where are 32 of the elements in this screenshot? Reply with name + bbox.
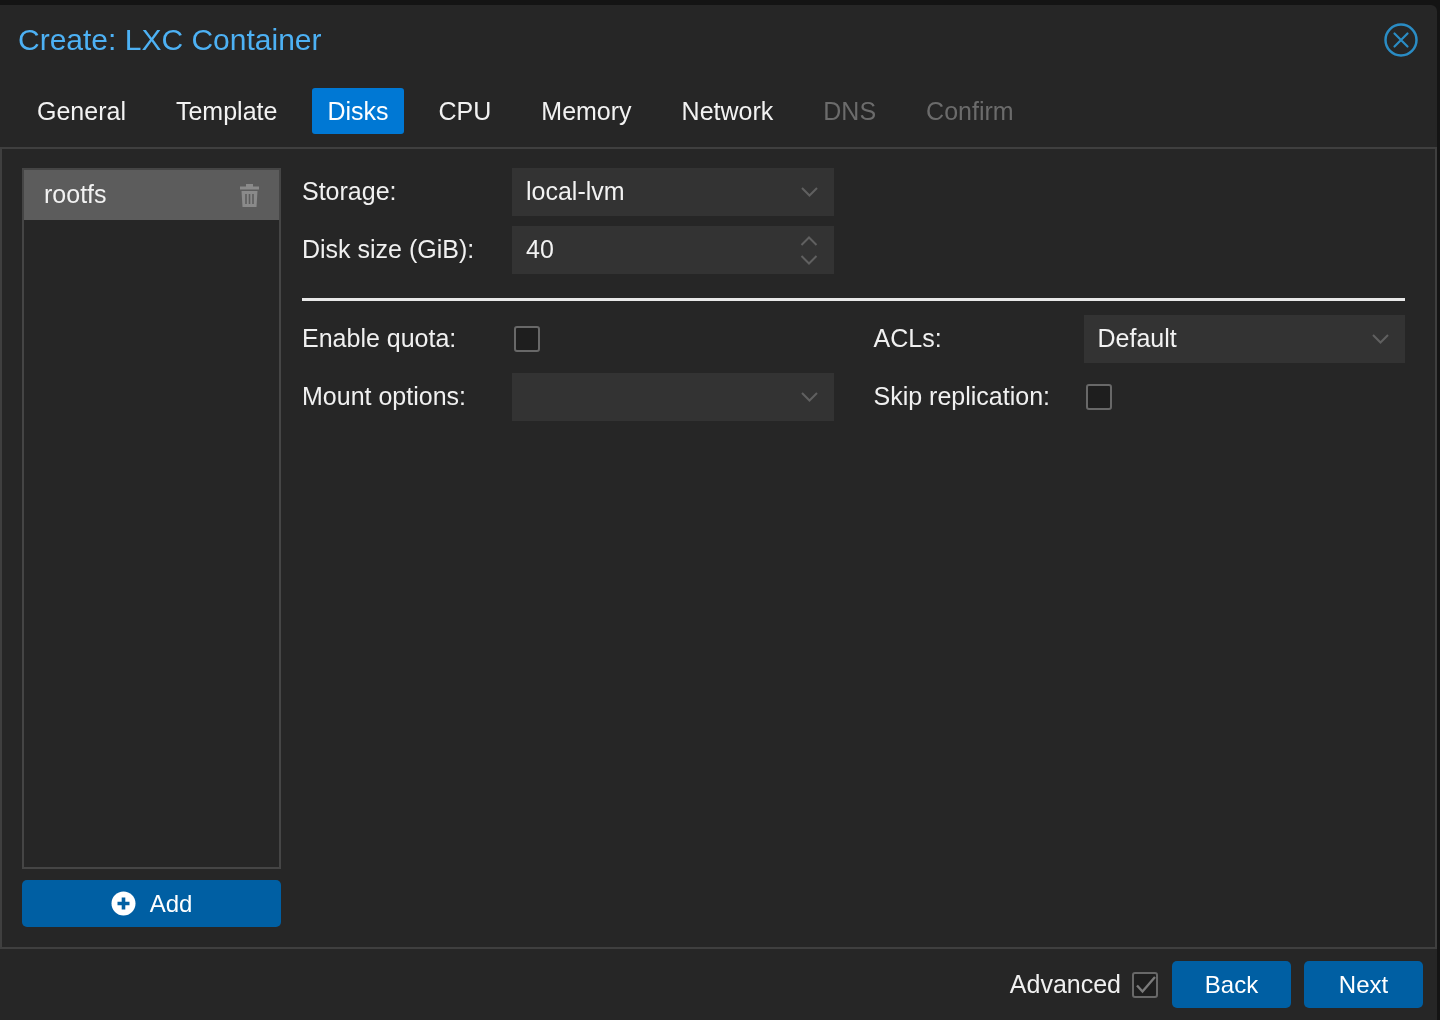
checkbox[interactable] <box>1085 384 1112 410</box>
advanced-label: Advanced <box>1009 968 1121 1000</box>
field-label: Skip replication: <box>873 381 1051 413</box>
tab[interactable]: General <box>22 88 141 134</box>
tab[interactable]: CPU <box>423 88 507 134</box>
dropdown-field[interactable]: Default <box>1083 315 1405 363</box>
checkbox[interactable] <box>1132 971 1158 998</box>
dropdown-field[interactable]: local-lvm <box>512 168 834 216</box>
number-field[interactable]: 40 <box>512 226 834 274</box>
chevron-icon[interactable] <box>801 187 818 197</box>
tab[interactable]: Memory <box>526 88 647 134</box>
dropdown-field[interactable] <box>512 373 834 421</box>
chevron-icon[interactable] <box>800 392 818 402</box>
spinner-arrows-icon[interactable] <box>800 234 818 266</box>
dialog-button[interactable]: Next <box>1304 961 1423 1008</box>
plus-icon <box>110 891 136 916</box>
tab[interactable]: Network <box>666 88 789 134</box>
field-label: ACLs: <box>873 323 943 355</box>
tab[interactable]: Disks <box>312 88 404 134</box>
field-label: Disk size (GiB): <box>302 234 476 266</box>
field-label: Storage: <box>302 176 398 208</box>
tab[interactable]: Template <box>160 88 293 134</box>
window-title: Create: LXC Container <box>18 22 322 58</box>
trash-icon[interactable] <box>239 182 260 208</box>
field-label: Mount options: <box>302 381 467 413</box>
checkbox[interactable] <box>514 326 540 352</box>
chevron-icon[interactable] <box>1372 334 1389 344</box>
close-icon[interactable] <box>1384 23 1418 57</box>
field-label: Enable quota: <box>302 323 458 355</box>
add-button[interactable]: Add <box>22 880 281 927</box>
list-item[interactable]: rootfs <box>24 170 279 220</box>
dialog-button[interactable]: Back <box>1172 961 1291 1008</box>
